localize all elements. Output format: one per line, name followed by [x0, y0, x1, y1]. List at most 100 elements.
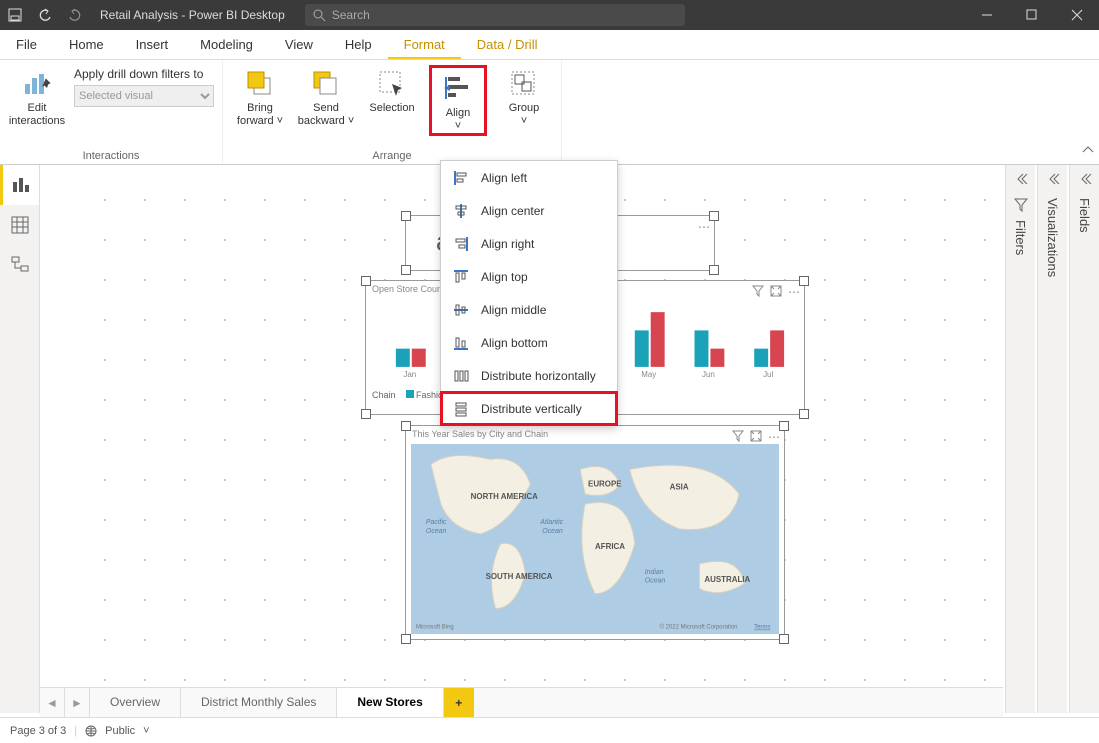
distribute-vertically-item[interactable]: Distribute vertically [441, 392, 617, 425]
tab-insert[interactable]: Insert [120, 30, 185, 59]
selection-icon [376, 68, 408, 100]
chevron-left-icon [1015, 173, 1027, 188]
distribute-v-icon [453, 401, 469, 417]
search-input[interactable]: Search [305, 4, 685, 26]
fields-pane[interactable]: Fields [1069, 165, 1099, 713]
align-center-item[interactable]: Align center [441, 194, 617, 227]
report-view-icon [12, 176, 30, 194]
bring-forward-label: Bring forward ˅ [237, 102, 283, 128]
svg-text:Pacific: Pacific [426, 519, 447, 526]
tab-view[interactable]: View [269, 30, 329, 59]
edit-interactions-label: Edit interactions [9, 102, 65, 128]
filter-icon[interactable] [752, 285, 764, 297]
search-placeholder: Search [332, 8, 370, 22]
svg-text:Atlantic: Atlantic [539, 519, 563, 526]
filters-pane[interactable]: Filters [1005, 165, 1035, 713]
svg-text:AFRICA: AFRICA [595, 542, 625, 551]
apply-drill-label: Apply drill down filters to [74, 67, 214, 81]
add-page-button[interactable]: + [444, 688, 474, 717]
align-middle-icon [453, 302, 469, 318]
page-scroll-right[interactable]: ► [65, 688, 90, 717]
align-right-label: Align right [481, 237, 534, 251]
window-title: Retail Analysis - Power BI Desktop [90, 8, 295, 22]
send-backward-button[interactable]: Send backward ˅ [297, 63, 355, 128]
model-view-button[interactable] [0, 245, 39, 285]
data-view-icon [11, 216, 29, 234]
focus-mode-icon[interactable] [750, 430, 762, 442]
align-bottom-item[interactable]: Align bottom [441, 326, 617, 359]
align-icon [442, 73, 474, 105]
bring-forward-icon [244, 68, 276, 100]
group-button[interactable]: Group˅ [495, 63, 553, 128]
focus-mode-icon[interactable] [770, 285, 782, 297]
align-top-item[interactable]: Align top [441, 260, 617, 293]
align-left-icon [453, 170, 469, 186]
view-rail [0, 165, 40, 713]
more-icon[interactable]: ⋯ [768, 430, 780, 444]
page-tab-district[interactable]: District Monthly Sales [181, 688, 337, 717]
align-right-item[interactable]: Align right [441, 227, 617, 260]
send-backward-label: Send backward ˅ [298, 102, 355, 128]
svg-text:Jul: Jul [763, 370, 773, 379]
sensitivity-label: Public [105, 725, 135, 737]
tab-data-drill[interactable]: Data / Drill [461, 30, 554, 59]
page-scroll-left[interactable]: ◄ [40, 688, 65, 717]
svg-text:Terms: Terms [754, 625, 770, 631]
visualizations-pane-label: Visualizations [1045, 198, 1060, 277]
ribbon-tabs: File Home Insert Modeling View Help Form… [0, 30, 1099, 60]
align-middle-label: Align middle [481, 303, 546, 317]
redo-button[interactable] [60, 0, 90, 30]
undo-button[interactable] [30, 0, 60, 30]
send-backward-icon [310, 68, 342, 100]
map-body: NORTH AMERICA SOUTH AMERICA EUROPE AFRIC… [411, 444, 779, 634]
more-icon[interactable]: ⋯ [788, 285, 800, 299]
align-left-label: Align left [481, 171, 527, 185]
save-button[interactable] [0, 0, 30, 30]
align-bottom-label: Align bottom [481, 336, 548, 350]
edit-interactions-icon [21, 68, 53, 100]
svg-text:NORTH AMERICA: NORTH AMERICA [471, 492, 538, 501]
align-left-item[interactable]: Align left [441, 161, 617, 194]
distribute-v-label: Distribute vertically [481, 402, 582, 416]
filter-icon [1014, 198, 1028, 212]
align-top-icon [453, 269, 469, 285]
selection-label: Selection [369, 102, 414, 115]
tab-home[interactable]: Home [53, 30, 120, 59]
more-icon[interactable]: ⋯ [698, 220, 710, 234]
group-label: Group˅ [509, 102, 540, 128]
svg-text:© 2022 Microsoft Corporation: © 2022 Microsoft Corporation [660, 624, 738, 631]
tab-file[interactable]: File [0, 30, 53, 59]
filter-icon[interactable] [732, 430, 744, 442]
page-tab-new-stores[interactable]: New Stores [337, 688, 443, 717]
align-menu: Align left Align center Align right Alig… [440, 160, 618, 426]
visual-map[interactable]: ⋯ This Year Sales by City and Chain NORT… [405, 425, 785, 640]
group-icon [508, 68, 540, 100]
visualizations-pane[interactable]: Visualizations [1037, 165, 1067, 713]
tab-modeling[interactable]: Modeling [184, 30, 269, 59]
align-button[interactable]: Align˅ [429, 65, 487, 136]
page-tabs: ◄ ► Overview District Monthly Sales New … [40, 687, 1003, 717]
data-view-button[interactable] [0, 205, 39, 245]
align-label: Align˅ [446, 107, 470, 133]
align-middle-item[interactable]: Align middle [441, 293, 617, 326]
align-center-label: Align center [481, 204, 544, 218]
collapse-ribbon-button[interactable] [1082, 144, 1094, 159]
close-button[interactable] [1054, 0, 1099, 30]
distribute-horizontally-item[interactable]: Distribute horizontally [441, 359, 617, 392]
minimize-button[interactable] [964, 0, 1009, 30]
svg-text:EUROPE: EUROPE [588, 479, 622, 488]
maximize-button[interactable] [1009, 0, 1054, 30]
sensitivity-dropdown[interactable]: ˅ [143, 725, 149, 737]
selection-button[interactable]: Selection [363, 63, 421, 115]
edit-interactions-button[interactable]: Edit interactions [8, 63, 66, 128]
tab-format[interactable]: Format [388, 30, 461, 59]
apply-drill-select[interactable]: Selected visual [74, 85, 214, 107]
bring-forward-button[interactable]: Bring forward ˅ [231, 63, 289, 128]
tab-help[interactable]: Help [329, 30, 388, 59]
model-view-icon [11, 256, 29, 274]
svg-text:May: May [641, 370, 656, 379]
report-view-button[interactable] [0, 165, 39, 205]
page-tab-overview[interactable]: Overview [90, 688, 181, 717]
fields-pane-label: Fields [1077, 198, 1092, 233]
svg-text:AUSTRALIA: AUSTRALIA [704, 575, 750, 584]
